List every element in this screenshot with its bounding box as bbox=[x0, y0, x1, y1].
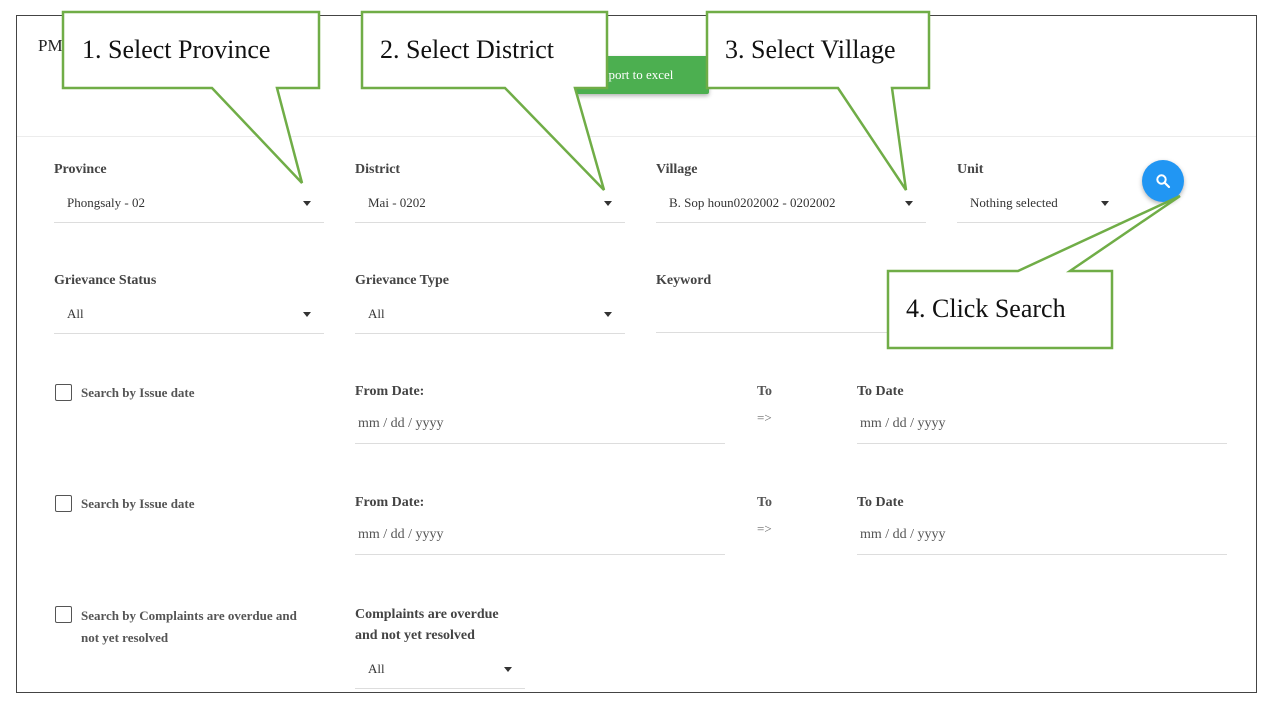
issue-date-checkbox-label: Search by Issue date bbox=[81, 496, 195, 511]
chevron-down-icon bbox=[303, 312, 311, 317]
to-text: To bbox=[757, 495, 773, 510]
from-date-label: From Date: bbox=[355, 384, 425, 399]
overdue-label-line2: and not yet resolved bbox=[355, 628, 475, 643]
unit-label: Unit bbox=[957, 162, 984, 177]
village-label: Village bbox=[656, 162, 698, 177]
chevron-down-icon bbox=[905, 201, 913, 206]
district-value: Mai - 0202 bbox=[368, 195, 426, 210]
chevron-down-icon bbox=[504, 667, 512, 672]
callout-2-text: 2. Select District bbox=[380, 35, 555, 64]
unit-select[interactable]: Nothing selected bbox=[957, 188, 1122, 223]
export-to-excel-button[interactable]: Export to excel bbox=[572, 56, 709, 94]
grievance-type-value: All bbox=[368, 306, 385, 321]
callout-1-text: 1. Select Province bbox=[82, 35, 271, 64]
header-divider bbox=[17, 136, 1256, 137]
village-select[interactable]: B. Sop houn0202002 - 0202002 bbox=[656, 188, 926, 223]
callout-4-text: 4. Click Search bbox=[906, 294, 1066, 323]
province-value: Phongsaly - 02 bbox=[67, 195, 145, 210]
issue-date-checkbox-label: Search by Issue date bbox=[81, 385, 195, 400]
to-date-label: To Date bbox=[857, 384, 904, 399]
grievance-type-label: Grievance Type bbox=[355, 273, 449, 288]
unit-value: Nothing selected bbox=[970, 195, 1058, 210]
chevron-down-icon bbox=[1101, 201, 1109, 206]
grievance-status-label: Grievance Status bbox=[54, 273, 157, 288]
arrow-text: => bbox=[757, 410, 772, 425]
app-window: PM Export to excel Province Phongsaly - … bbox=[16, 15, 1257, 693]
issue-date-checkbox[interactable] bbox=[55, 495, 72, 512]
arrow-text: => bbox=[757, 521, 772, 536]
district-label: District bbox=[355, 162, 401, 177]
province-select[interactable]: Phongsaly - 02 bbox=[54, 188, 324, 223]
overdue-checkbox-label-line1: Search by Complaints are overdue and bbox=[81, 608, 297, 623]
grievance-status-select[interactable]: All bbox=[54, 299, 324, 334]
province-label: Province bbox=[54, 162, 107, 177]
from-date-input[interactable]: mm / dd / yyyy bbox=[355, 522, 725, 555]
chevron-down-icon bbox=[303, 201, 311, 206]
keyword-label: Keyword bbox=[656, 273, 712, 288]
to-date-label: To Date bbox=[857, 495, 904, 510]
overdue-value: All bbox=[368, 661, 385, 676]
grievance-type-select[interactable]: All bbox=[355, 299, 625, 334]
from-date-label: From Date: bbox=[355, 495, 425, 510]
district-select[interactable]: Mai - 0202 bbox=[355, 188, 625, 223]
search-icon bbox=[1156, 174, 1171, 189]
callout-3-text: 3. Select Village bbox=[725, 35, 896, 64]
to-date-input[interactable]: mm / dd / yyyy bbox=[857, 411, 1227, 444]
overdue-select[interactable]: All bbox=[355, 654, 525, 689]
overdue-label-line1: Complaints are overdue bbox=[355, 607, 499, 622]
overdue-checkbox-label-line2: not yet resolved bbox=[81, 630, 169, 645]
to-date-input[interactable]: mm / dd / yyyy bbox=[857, 522, 1227, 555]
search-button[interactable] bbox=[1142, 160, 1184, 202]
chevron-down-icon bbox=[604, 312, 612, 317]
to-text: To bbox=[757, 384, 773, 399]
overdue-checkbox[interactable] bbox=[55, 606, 72, 623]
chevron-down-icon bbox=[604, 201, 612, 206]
from-date-input[interactable]: mm / dd / yyyy bbox=[355, 411, 725, 444]
issue-date-checkbox[interactable] bbox=[55, 384, 72, 401]
grievance-status-value: All bbox=[67, 306, 84, 321]
village-value: B. Sop houn0202002 - 0202002 bbox=[669, 195, 836, 210]
page-title: PM bbox=[38, 36, 63, 55]
